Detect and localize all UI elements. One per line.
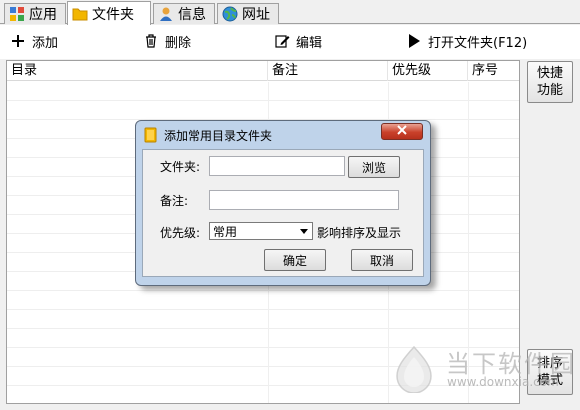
folder-icon (72, 6, 88, 22)
tab-label: 信息 (178, 7, 206, 23)
play-icon (406, 33, 422, 49)
open-folder-label: 打开文件夹(F12) (428, 35, 528, 51)
tab-info[interactable]: 信息 (153, 3, 215, 24)
priority-hint: 影响排序及显示 (317, 226, 402, 240)
close-icon (396, 124, 408, 139)
priority-label: 优先级: (160, 226, 201, 240)
ok-button[interactable]: 确定 (264, 249, 326, 271)
open-folder-button[interactable]: 打开文件夹(F12) (406, 31, 527, 51)
tab-label: 文件夹 (92, 6, 134, 23)
edit-icon (274, 33, 290, 49)
dialog-title: 添加常用目录文件夹 (164, 128, 273, 143)
tab-apps[interactable]: 应用 (4, 3, 66, 24)
browse-button[interactable]: 浏览 (348, 156, 400, 178)
chevron-down-icon (300, 229, 308, 234)
tab-urls[interactable]: 网址 (217, 3, 279, 24)
column-directory[interactable]: 目录 (7, 61, 268, 81)
tab-label: 应用 (29, 7, 57, 23)
globe-icon (222, 6, 238, 22)
add-button[interactable]: 添加 (10, 31, 58, 51)
tab-bar: 应用 文件夹 信息 网址 (0, 0, 580, 25)
folder-label: 文件夹: (160, 160, 201, 174)
app-grid-icon (9, 6, 25, 22)
quick-function-button[interactable]: 快捷 功能 (527, 61, 573, 103)
edit-label: 编辑 (296, 35, 323, 51)
watermark-logo-icon (393, 345, 435, 394)
watermark-brand: 当下软件园 (446, 350, 576, 378)
person-icon (158, 6, 174, 22)
priority-value: 常用 (213, 224, 238, 239)
delete-button[interactable]: 删除 (143, 31, 191, 51)
folder-path-input[interactable] (209, 156, 345, 176)
toolbar: 添加 删除 编辑 打开文件夹(F12) (0, 25, 580, 59)
note-input[interactable] (209, 190, 399, 210)
cancel-button[interactable]: 取消 (351, 249, 413, 271)
watermark-url: www.downxia.com (447, 375, 559, 389)
edit-button[interactable]: 编辑 (274, 31, 322, 51)
folder-icon (144, 127, 158, 143)
column-index[interactable]: 序号 (468, 61, 519, 81)
trash-icon (143, 33, 159, 49)
delete-label: 删除 (165, 35, 192, 51)
tab-label: 网址 (242, 7, 270, 23)
dialog-close-button[interactable] (381, 123, 423, 140)
add-folder-dialog: 添加常用目录文件夹 文件夹: 浏览 备注: 优先级: 常用 影响排序及显示 确定… (135, 120, 431, 286)
priority-select[interactable]: 常用 (209, 222, 313, 240)
column-note[interactable]: 备注 (268, 61, 388, 81)
tab-folders[interactable]: 文件夹 (67, 1, 151, 25)
list-header: 目录 备注 优先级 序号 (7, 61, 519, 81)
add-label: 添加 (32, 35, 59, 51)
dialog-body: 文件夹: 浏览 备注: 优先级: 常用 影响排序及显示 确定 取消 (142, 149, 424, 277)
column-priority[interactable]: 优先级 (388, 61, 468, 81)
plus-icon (10, 33, 26, 49)
note-label: 备注: (160, 194, 189, 208)
